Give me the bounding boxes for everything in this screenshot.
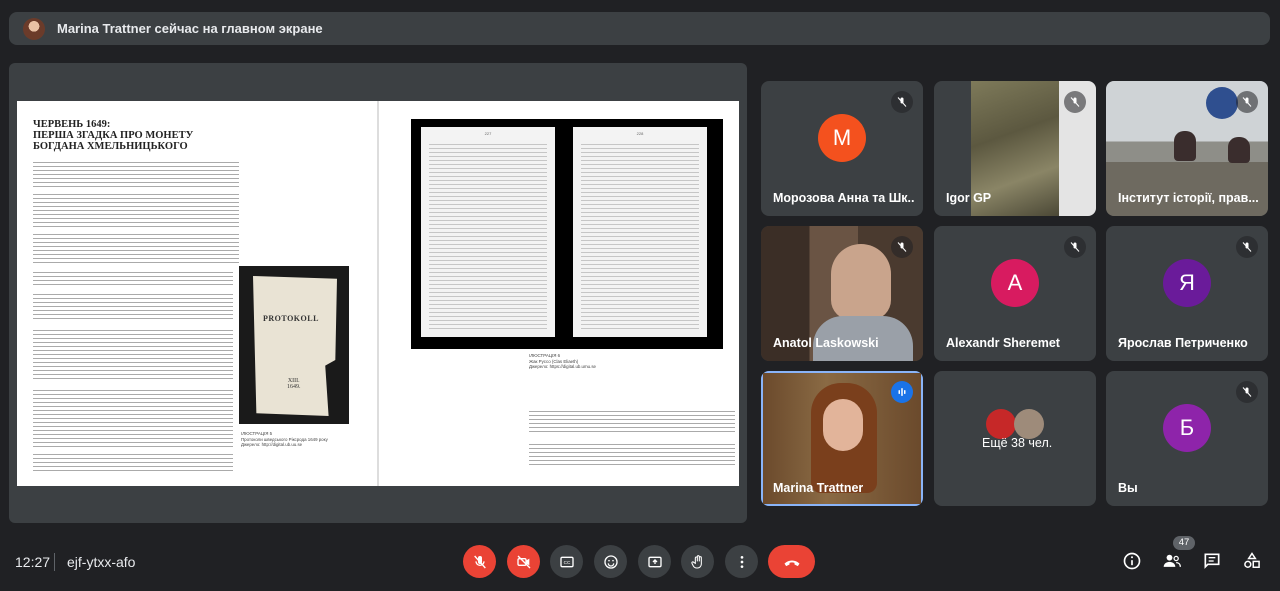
mic-muted-icon [1236, 381, 1258, 403]
scan-page-number: 227 [484, 131, 492, 136]
avatar: Я [1163, 258, 1211, 307]
avatar: М [818, 113, 866, 162]
right-page: 227 228 ІЛЮСТРАЦІЯ 6 Жак Руссо (Clas Eli… [379, 101, 739, 486]
speaking-indicator-icon [891, 381, 913, 403]
text-block [33, 269, 233, 287]
presenting-text: Marina Trattner сейчас на главном экране [57, 21, 323, 36]
reactions-button[interactable] [594, 545, 627, 578]
participant-count-badge: 47 [1173, 536, 1195, 550]
svg-text:CC: CC [563, 560, 570, 565]
person-shape [1228, 137, 1250, 163]
hang-up-icon [784, 560, 799, 566]
text-block [529, 408, 735, 434]
divider [54, 553, 55, 571]
participant-name: Igor GP [946, 191, 992, 205]
participant-tile[interactable]: Я Ярослав Петриченко [1106, 226, 1268, 361]
present-screen-icon [647, 556, 662, 567]
document-title: ЧЕРВЕНЬ 1649: ПЕРША ЗГАДКА ПРО МОНЕТУ БО… [33, 119, 194, 152]
protocol-book-image: PROTOKOLL XIII. 1649. [239, 266, 349, 424]
person-shape [823, 399, 863, 451]
presenting-banner: Marina Trattner сейчас на главном экране [9, 12, 1270, 45]
text-block [33, 231, 239, 263]
avatar [1014, 409, 1044, 439]
mic-muted-icon [891, 91, 913, 113]
avatar [986, 409, 1016, 439]
leave-call-button[interactable] [768, 545, 815, 578]
text-block [33, 191, 239, 227]
text-block [33, 451, 233, 471]
text-block [33, 387, 233, 447]
mic-muted-icon [1236, 236, 1258, 258]
present-button[interactable] [638, 545, 671, 578]
participant-name: Alexandr Sheremet [946, 336, 1060, 350]
participant-tile-group[interactable]: Ещё 38 чел. [934, 371, 1096, 506]
bottom-bar: 12:27 ejf-ytxx-afo CC [0, 540, 1280, 591]
shared-document: ЧЕРВЕНЬ 1649: ПЕРША ЗГАДКА ПРО МОНЕТУ БО… [17, 101, 739, 486]
participant-tile[interactable]: A Alexandr Sheremet [934, 226, 1096, 361]
book-title: PROTOKOLL [263, 314, 319, 323]
emoji-icon [603, 554, 618, 569]
participant-tile[interactable]: Marina Trattner [761, 371, 923, 506]
clock: 12:27 [15, 554, 51, 570]
more-vert-icon [740, 555, 743, 568]
participant-tile[interactable]: Igor GP [934, 81, 1096, 216]
text-block [33, 159, 239, 187]
participant-name: Морозова Анна та Шк... [773, 191, 915, 205]
captions-button[interactable]: CC [550, 545, 583, 578]
participant-name: Інститут історії, прав... [1118, 191, 1259, 205]
person-shape [831, 244, 891, 320]
hand-icon [690, 554, 702, 569]
illustration-caption: ІЛЮСТРАЦІЯ 5 Протоколи шведського Ріксро… [241, 431, 328, 448]
book-year: XIII. 1649. [287, 378, 301, 390]
mic-muted-icon [1236, 91, 1258, 113]
participant-tile-self[interactable]: Б Вы [1106, 371, 1268, 506]
emblem-icon [1206, 87, 1238, 119]
participant-name: Вы [1118, 481, 1138, 495]
shared-screen[interactable]: ЧЕРВЕНЬ 1649: ПЕРША ЗГАДКА ПРО МОНЕТУ БО… [9, 63, 747, 523]
left-page: ЧЕРВЕНЬ 1649: ПЕРША ЗГАДКА ПРО МОНЕТУ БО… [17, 101, 377, 486]
meeting-code: ejf-ytxx-afo [67, 554, 136, 570]
more-options-button[interactable] [725, 545, 758, 578]
people-icon [1163, 554, 1181, 567]
mic-off-icon [473, 555, 486, 568]
scanned-pages-image: 227 228 [411, 119, 723, 349]
camera-toggle-button[interactable] [507, 545, 540, 578]
chat-icon [1204, 553, 1220, 569]
text-block [33, 291, 233, 321]
participant-tile[interactable]: М Морозова Анна та Шк... [761, 81, 923, 216]
participant-tile[interactable]: Anatol Laskowski [761, 226, 923, 361]
more-participants-label: Ещё 38 чел. [982, 436, 1053, 450]
scan-page-number: 228 [636, 131, 644, 136]
avatar: Б [1163, 403, 1211, 452]
participant-tile[interactable]: Інститут історії, прав... [1106, 81, 1268, 216]
captions-icon: CC [559, 556, 574, 567]
participant-name: Ярослав Петриченко [1118, 336, 1248, 350]
participants-button[interactable] [1160, 549, 1184, 573]
illustration-caption: ІЛЮСТРАЦІЯ 6 Жак Руссо (Clas Eliaeth) Дж… [529, 353, 596, 370]
raise-hand-button[interactable] [681, 545, 714, 578]
mic-toggle-button[interactable] [463, 545, 496, 578]
shapes-icon [1244, 552, 1260, 568]
presenter-avatar [23, 17, 45, 40]
mic-muted-icon [1064, 236, 1086, 258]
text-block [33, 327, 233, 381]
text-block [529, 441, 735, 465]
mic-muted-icon [891, 236, 913, 258]
mic-muted-icon [1064, 91, 1086, 113]
info-icon [1123, 552, 1141, 570]
participant-name: Marina Trattner [773, 481, 864, 495]
activities-button[interactable] [1240, 549, 1264, 573]
avatar: A [991, 258, 1039, 307]
chat-button[interactable] [1200, 549, 1224, 573]
meeting-info-button[interactable] [1120, 549, 1144, 573]
camera-off-icon [516, 555, 530, 568]
person-shape [1174, 131, 1196, 161]
participant-name: Anatol Laskowski [773, 336, 879, 350]
